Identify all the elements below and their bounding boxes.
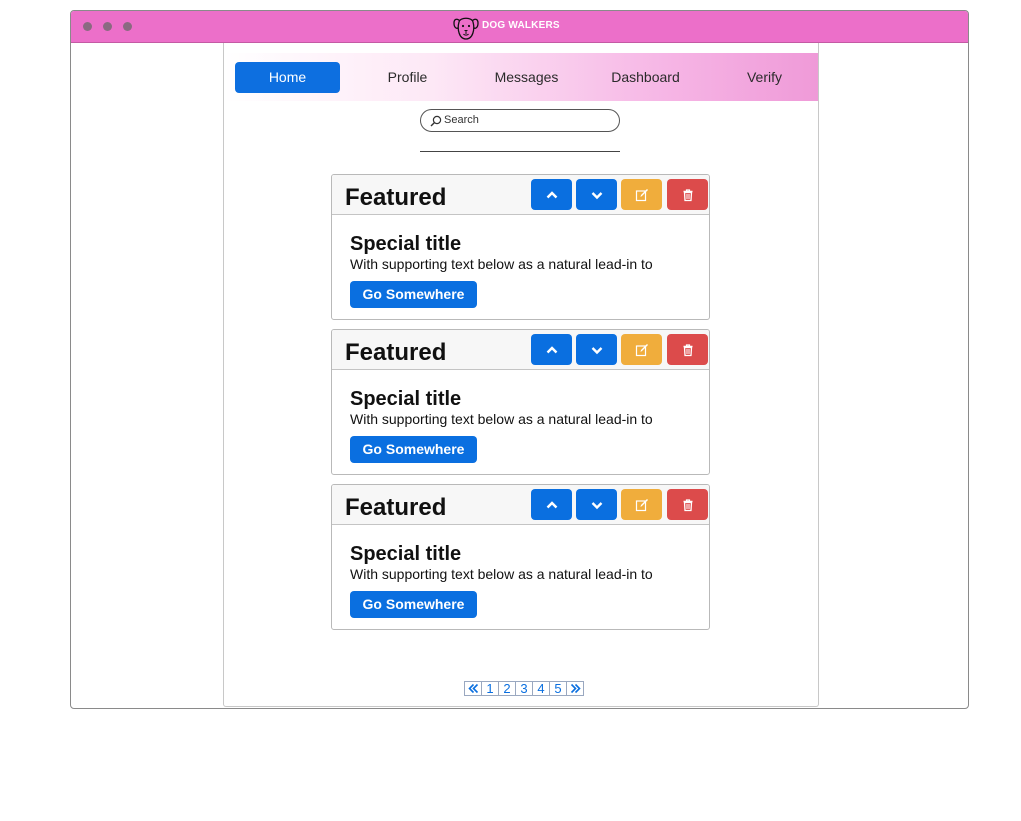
pagination-page-4[interactable]: 4 — [533, 682, 550, 695]
delete-button[interactable] — [667, 179, 708, 210]
card-text: With supporting text below as a natural … — [350, 566, 653, 582]
move-down-button[interactable] — [576, 179, 617, 210]
chevron-up-icon — [546, 345, 557, 353]
move-up-button[interactable] — [531, 334, 572, 365]
card-header: Featured — [332, 175, 709, 215]
search-icon — [430, 115, 442, 127]
pagination: 1 2 3 4 5 — [464, 681, 584, 696]
pagination-page-1[interactable]: 1 — [482, 682, 499, 695]
move-up-button[interactable] — [531, 489, 572, 520]
search-input[interactable] — [444, 111, 609, 129]
double-chevron-right-icon — [570, 683, 581, 694]
trash-icon — [683, 188, 692, 201]
go-somewhere-button[interactable]: Go Somewhere — [350, 281, 477, 308]
card-header-title: Featured — [345, 184, 447, 211]
chevron-up-icon — [546, 190, 557, 198]
title-bar: DOG WALKERS — [71, 11, 968, 43]
card-header: Featured — [332, 330, 709, 370]
trash-icon — [683, 343, 692, 356]
main-panel: Home Profile Messages Dashboard Verify F… — [223, 43, 819, 707]
featured-card: Featured Special title With supporting t… — [331, 174, 710, 320]
card-text: With supporting text below as a natural … — [350, 256, 653, 272]
search-box[interactable] — [420, 109, 620, 132]
move-up-button[interactable] — [531, 179, 572, 210]
dog-face-icon — [453, 17, 479, 40]
edit-button[interactable] — [621, 489, 662, 520]
pagination-prev-button[interactable] — [465, 682, 482, 695]
pagination-next-button[interactable] — [567, 682, 583, 695]
nav-item-messages[interactable]: Messages — [474, 62, 579, 93]
move-down-button[interactable] — [576, 489, 617, 520]
card-title: Special title — [350, 233, 462, 255]
pagination-page-3[interactable]: 3 — [516, 682, 533, 695]
card-header-title: Featured — [345, 339, 447, 366]
card-title: Special title — [350, 543, 462, 565]
delete-button[interactable] — [667, 334, 708, 365]
navbar: Home Profile Messages Dashboard Verify — [224, 53, 818, 101]
edit-icon — [635, 343, 648, 356]
edit-button[interactable] — [621, 179, 662, 210]
window-close-dot[interactable] — [83, 22, 92, 31]
window-minimize-dot[interactable] — [103, 22, 112, 31]
edit-button[interactable] — [621, 334, 662, 365]
chevron-down-icon — [591, 191, 602, 199]
chevron-up-icon — [546, 500, 557, 508]
card-title: Special title — [350, 388, 462, 410]
chevron-down-icon — [591, 346, 602, 354]
nav-item-dashboard[interactable]: Dashboard — [593, 62, 698, 93]
card-text: With supporting text below as a natural … — [350, 411, 653, 427]
nav-item-profile[interactable]: Profile — [355, 62, 460, 93]
move-down-button[interactable] — [576, 334, 617, 365]
go-somewhere-button[interactable]: Go Somewhere — [350, 591, 477, 618]
double-chevron-left-icon — [467, 683, 478, 694]
trash-icon — [683, 498, 692, 511]
app-title: DOG WALKERS — [482, 20, 560, 31]
chevron-down-icon — [591, 501, 602, 509]
edit-icon — [635, 188, 648, 201]
featured-card: Featured Special title With supporting t… — [331, 484, 710, 630]
nav-item-home[interactable]: Home — [235, 62, 340, 93]
search-divider — [420, 151, 620, 152]
window-maximize-dot[interactable] — [123, 22, 132, 31]
delete-button[interactable] — [667, 489, 708, 520]
card-header: Featured — [332, 485, 709, 525]
nav-item-verify[interactable]: Verify — [712, 62, 817, 93]
pagination-page-2[interactable]: 2 — [499, 682, 516, 695]
featured-card: Featured Special title With supporting t… — [331, 329, 710, 475]
card-header-title: Featured — [345, 494, 447, 521]
edit-icon — [635, 498, 648, 511]
app-window: DOG WALKERS Home Profile Messages Dashbo… — [70, 10, 969, 709]
pagination-page-5[interactable]: 5 — [550, 682, 567, 695]
go-somewhere-button[interactable]: Go Somewhere — [350, 436, 477, 463]
